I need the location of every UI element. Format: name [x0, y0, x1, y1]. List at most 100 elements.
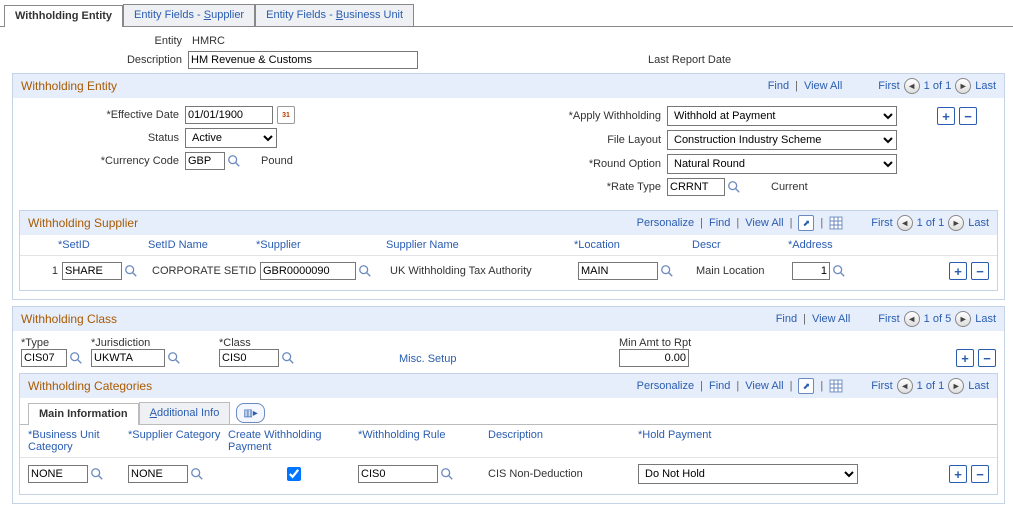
class-lookup-icon[interactable] — [281, 351, 295, 365]
col-supplier-category[interactable]: *Supplier Category — [128, 429, 228, 453]
jurisdiction-label: *Jurisdiction — [91, 337, 219, 349]
entity-find-link[interactable]: Find — [768, 80, 789, 92]
type-lookup-icon[interactable] — [69, 351, 83, 365]
withholding-supplier-title: Withholding Supplier — [28, 216, 138, 230]
category-add-row-icon[interactable]: + — [949, 465, 967, 483]
col-supplier[interactable]: *Supplier — [256, 239, 386, 251]
bu-category-input[interactable] — [28, 465, 88, 483]
entity-value: HMRC — [192, 35, 225, 47]
currency-name: Pound — [261, 155, 293, 167]
supplier-download-grid-icon[interactable] — [829, 216, 843, 230]
calendar-icon[interactable]: 31 — [277, 106, 295, 124]
entity-next-icon[interactable]: ► — [955, 78, 971, 94]
supplier-category-lookup-icon[interactable] — [190, 467, 204, 481]
location-descr-value: Main Location — [696, 265, 792, 277]
categories-find-link[interactable]: Find — [709, 380, 730, 392]
categories-prev-icon[interactable]: ◄ — [897, 378, 913, 394]
supplier-find-link[interactable]: Find — [709, 217, 730, 229]
col-withholding-rule[interactable]: *Withholding Rule — [358, 429, 488, 453]
entity-viewall-link[interactable]: View All — [804, 80, 842, 92]
subtab-addl-rest: dditional Info — [157, 407, 219, 419]
col-setid-name[interactable]: SetID Name — [148, 239, 256, 251]
description-input[interactable] — [188, 51, 418, 69]
entity-first-link[interactable]: First — [878, 80, 899, 92]
withholding-rule-input[interactable] — [358, 465, 438, 483]
categories-next-icon[interactable]: ► — [948, 378, 964, 394]
setid-lookup-icon[interactable] — [124, 264, 138, 278]
entity-last-link[interactable]: Last — [975, 80, 996, 92]
categories-first-link[interactable]: First — [871, 380, 892, 392]
supplier-last-link[interactable]: Last — [968, 217, 989, 229]
col-address[interactable]: *Address — [788, 239, 864, 251]
currency-lookup-icon[interactable] — [227, 154, 241, 168]
subtab-main-information[interactable]: Main Information — [28, 403, 139, 425]
rate-type-lookup-icon[interactable] — [727, 180, 741, 194]
supplier-next-icon[interactable]: ► — [948, 215, 964, 231]
class-last-link[interactable]: Last — [975, 313, 996, 325]
supplier-lookup-icon[interactable] — [358, 264, 372, 278]
jurisdiction-lookup-icon[interactable] — [167, 351, 181, 365]
currency-code-input[interactable] — [185, 152, 225, 170]
supplier-first-link[interactable]: First — [871, 217, 892, 229]
col-bu-category[interactable]: *Business Unit Category — [28, 429, 128, 453]
col-description[interactable]: Description — [488, 429, 638, 453]
file-layout-select[interactable]: Construction Industry Scheme — [667, 130, 897, 150]
setid-input[interactable] — [62, 262, 122, 280]
rate-type-input[interactable] — [667, 178, 725, 196]
supplier-zoom-icon[interactable]: ⬈ — [798, 215, 814, 231]
round-option-select[interactable]: Natural Round — [667, 154, 897, 174]
class-delete-row-icon[interactable]: − — [978, 349, 996, 367]
col-descr[interactable]: Descr — [692, 239, 788, 251]
supplier-delete-row-icon[interactable]: − — [971, 262, 989, 280]
apply-withholding-select[interactable]: Withhold at Payment — [667, 106, 897, 126]
col-hold-payment[interactable]: *Hold Payment — [638, 429, 868, 453]
col-supplier-name[interactable]: Supplier Name — [386, 239, 574, 251]
entity-delete-row-icon[interactable]: − — [959, 107, 977, 125]
min-amt-input[interactable] — [619, 349, 689, 367]
col-setid[interactable]: *SetID — [58, 239, 148, 251]
currency-code-label: *Currency Code — [21, 155, 179, 167]
address-input[interactable] — [792, 262, 830, 280]
tab-withholding-entity[interactable]: Withholding Entity — [4, 5, 123, 27]
category-delete-row-icon[interactable]: − — [971, 465, 989, 483]
col-location[interactable]: *Location — [574, 239, 692, 251]
address-lookup-icon[interactable] — [832, 264, 846, 278]
effective-date-input[interactable] — [185, 106, 273, 124]
categories-download-grid-icon[interactable] — [829, 379, 843, 393]
class-find-link[interactable]: Find — [776, 313, 797, 325]
location-input[interactable] — [578, 262, 658, 280]
class-viewall-link[interactable]: View All — [812, 313, 850, 325]
jurisdiction-input[interactable] — [91, 349, 165, 367]
status-select[interactable]: Active — [185, 128, 277, 148]
entity-prev-icon[interactable]: ◄ — [904, 78, 920, 94]
bu-category-lookup-icon[interactable] — [90, 467, 104, 481]
expand-all-tabs-icon[interactable]: ▥▸ — [236, 403, 264, 423]
categories-viewall-link[interactable]: View All — [745, 380, 783, 392]
class-next-icon[interactable]: ► — [955, 311, 971, 327]
categories-personalize-link[interactable]: Personalize — [637, 380, 694, 392]
supplier-input[interactable] — [260, 262, 356, 280]
subtab-additional-info[interactable]: Additional Info — [139, 402, 231, 424]
supplier-add-row-icon[interactable]: + — [949, 262, 967, 280]
withholding-rule-lookup-icon[interactable] — [440, 467, 454, 481]
type-input[interactable] — [21, 349, 67, 367]
supplier-viewall-link[interactable]: View All — [745, 217, 783, 229]
class-input[interactable] — [219, 349, 279, 367]
col-create-payment[interactable]: Create Withholding Payment — [228, 429, 358, 453]
categories-last-link[interactable]: Last — [968, 380, 989, 392]
location-lookup-icon[interactable] — [660, 264, 674, 278]
hold-payment-select[interactable]: Do Not Hold — [638, 464, 858, 484]
create-payment-checkbox[interactable] — [287, 467, 301, 481]
supplier-prev-icon[interactable]: ◄ — [897, 215, 913, 231]
class-add-row-icon[interactable]: + — [956, 349, 974, 367]
categories-nav-count: 1 of 1 — [917, 380, 945, 392]
entity-add-row-icon[interactable]: + — [937, 107, 955, 125]
supplier-category-input[interactable] — [128, 465, 188, 483]
class-prev-icon[interactable]: ◄ — [904, 311, 920, 327]
class-first-link[interactable]: First — [878, 313, 899, 325]
tab-entity-fields-bu[interactable]: Entity Fields - Business Unit — [255, 4, 414, 26]
supplier-personalize-link[interactable]: Personalize — [637, 217, 694, 229]
tab-entity-fields-supplier[interactable]: Entity Fields - Supplier — [123, 4, 255, 26]
misc-setup-link[interactable]: Misc. Setup — [399, 353, 456, 365]
categories-zoom-icon[interactable]: ⬈ — [798, 378, 814, 394]
